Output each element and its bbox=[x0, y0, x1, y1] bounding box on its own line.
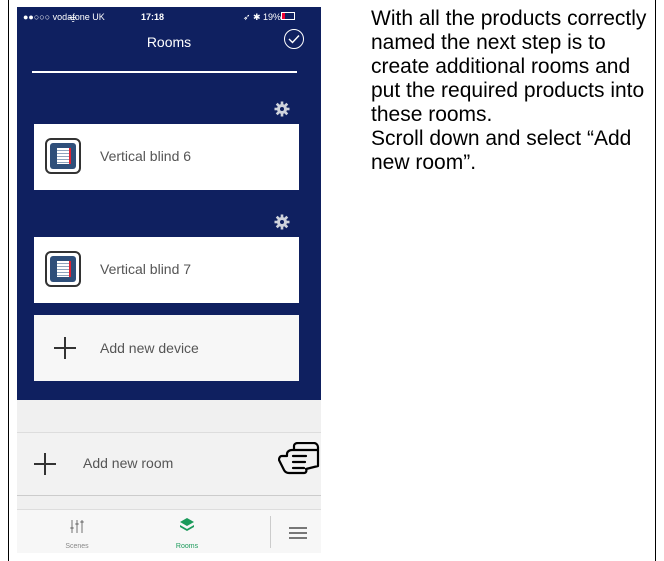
carrier-label: ●●○○○ vodafone UK bbox=[23, 12, 105, 22]
device-card[interactable]: Vertical blind 6 bbox=[34, 124, 299, 190]
done-button[interactable] bbox=[278, 23, 310, 55]
gear-icon[interactable] bbox=[274, 214, 290, 230]
device-card[interactable]: Vertical blind 7 bbox=[34, 237, 299, 303]
plus-icon bbox=[54, 337, 76, 359]
clock: 17:18 bbox=[141, 12, 165, 22]
instruction-paragraph: With all the products correctly named th… bbox=[371, 7, 647, 126]
tab-label: Scenes bbox=[65, 543, 89, 550]
add-room-label: Add new room bbox=[83, 455, 174, 471]
phone-screenshot: ●●○○○ vodafone UK ᯤ 17:18 ➶ ✱ 19% Rooms bbox=[17, 7, 321, 553]
tab-rooms[interactable]: Rooms bbox=[137, 510, 237, 553]
nav-bar: Rooms bbox=[17, 23, 321, 81]
instruction-paragraph: Scroll down and select “Add new room”. bbox=[371, 127, 632, 174]
add-room-button[interactable]: Add new room bbox=[17, 432, 321, 496]
device-label: Vertical blind 6 bbox=[100, 148, 192, 164]
pointing-hand-icon bbox=[278, 442, 320, 475]
gear-icon[interactable] bbox=[274, 101, 290, 117]
battery-icon bbox=[281, 12, 295, 20]
vertical-blind-icon bbox=[45, 138, 81, 174]
vertical-blind-icon bbox=[45, 251, 81, 287]
sliders-icon bbox=[70, 520, 84, 533]
tab-divider bbox=[270, 516, 271, 548]
hamburger-menu-icon[interactable] bbox=[289, 527, 307, 539]
location-icon: ➶ bbox=[243, 12, 251, 22]
bluetooth-icon: ✱ bbox=[253, 12, 261, 22]
instruction-text: With all the products correctly named th… bbox=[371, 7, 656, 175]
add-device-button[interactable]: Add new device bbox=[34, 315, 299, 381]
rooms-icon bbox=[180, 518, 194, 531]
tab-label: Rooms bbox=[175, 543, 199, 550]
battery-percent: 19% bbox=[263, 12, 282, 22]
status-bar: ●●○○○ vodafone UK ᯤ 17:18 ➶ ✱ 19% bbox=[17, 7, 321, 27]
tab-scenes[interactable]: Scenes bbox=[17, 510, 137, 553]
device-label: Vertical blind 7 bbox=[100, 261, 192, 277]
add-device-label: Add new device bbox=[100, 340, 199, 356]
plus-icon bbox=[34, 453, 56, 475]
nav-divider bbox=[32, 71, 297, 73]
tab-bar: Scenes Rooms bbox=[17, 509, 321, 553]
checkmark-icon bbox=[284, 29, 304, 49]
wifi-icon: ᯤ bbox=[69, 14, 78, 24]
page-title: Rooms bbox=[146, 34, 192, 50]
